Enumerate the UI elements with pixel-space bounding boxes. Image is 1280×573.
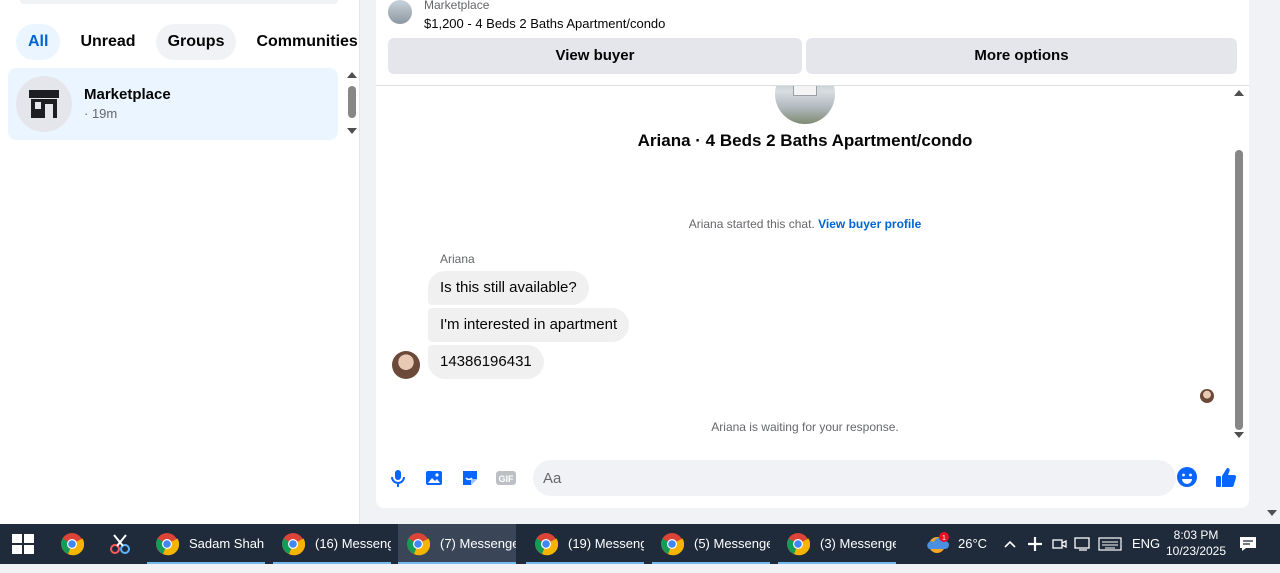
chat-started-text: Ariana started this chat. (688, 217, 815, 231)
task-label: Sadam Shah ... (189, 536, 265, 551)
sender-name: Ariana (440, 252, 475, 266)
emoji-icon[interactable] (1176, 466, 1198, 488)
chrome-icon (535, 533, 558, 556)
message-bubble[interactable]: Is this still available? (428, 271, 589, 305)
taskbar-task-sadam-shah[interactable]: Sadam Shah ... (147, 524, 265, 564)
task-label: (16) Messeng... (315, 536, 391, 551)
filter-all[interactable]: All (16, 24, 61, 60)
chat-started-notice: Ariana started this chat. View buyer pro… (376, 217, 1234, 231)
scroll-up-arrow-icon[interactable] (1234, 90, 1244, 96)
chrome-icon[interactable] (60, 532, 85, 556)
clock-date: 10/23/2025 (1165, 544, 1227, 558)
windows-taskbar: Sadam Shah ... (16) Messeng... (7) Messe… (0, 524, 1280, 564)
scroll-down-arrow-icon[interactable] (1234, 432, 1244, 438)
chat-list-scrollbar[interactable] (345, 70, 357, 134)
taskbar-task-messenger-16[interactable]: (16) Messeng... (273, 524, 391, 564)
chat-filters: All Unread Groups Communities (16, 24, 370, 60)
more-options-button[interactable]: More options (806, 38, 1237, 74)
chrome-icon (787, 533, 810, 556)
conversation-time: · 19m (84, 106, 118, 121)
thread-title: Ariana · 4 Beds 2 Baths Apartment/condo (637, 131, 973, 150)
image-icon[interactable] (422, 466, 446, 490)
chevron-up-icon[interactable] (1003, 524, 1017, 564)
messenger-app: All Unread Groups Communities Marketplac… (0, 0, 1280, 524)
microphone-icon[interactable] (386, 466, 410, 490)
plus-icon[interactable] (1027, 524, 1043, 564)
scroll-thumb[interactable] (348, 86, 356, 118)
waiting-notice: Ariana is waiting for your response. (711, 420, 899, 434)
message-bubble[interactable]: I'm interested in apartment (428, 308, 630, 342)
message-input-container (533, 460, 1176, 496)
windows-start-icon[interactable] (12, 534, 34, 554)
view-buyer-profile-link[interactable]: View buyer profile (818, 217, 921, 231)
listing-category: Marketplace (424, 0, 490, 12)
taskbar-task-messenger-19[interactable]: (19) Messeng... (526, 524, 644, 564)
listing-header: Marketplace $1,200 - 4 Beds 2 Baths Apar… (376, 0, 1249, 86)
chrome-icon (282, 533, 305, 556)
view-buyer-button[interactable]: View buyer (388, 38, 802, 74)
task-label: (5) Messenge... (694, 536, 770, 551)
thumbs-up-icon[interactable] (1214, 466, 1238, 490)
language-indicator[interactable]: ENG (1132, 524, 1160, 564)
message-input[interactable] (543, 460, 1143, 496)
thread-scrollbar[interactable] (1233, 86, 1245, 442)
chrome-icon (661, 533, 684, 556)
search-bar-edge (20, 0, 338, 4)
scroll-thumb[interactable] (1235, 150, 1243, 430)
task-label: (3) Messenge... (820, 536, 896, 551)
gif-icon[interactable]: GIF (494, 466, 518, 490)
message-composer: GIF (376, 452, 1249, 504)
snipping-tool-icon[interactable] (108, 532, 132, 556)
chrome-icon (156, 533, 179, 556)
svg-text:GIF: GIF (499, 474, 515, 484)
notification-icon[interactable] (1238, 524, 1258, 564)
chat-list-panel: All Unread Groups Communities Marketplac… (0, 0, 360, 524)
weather-badge: 1 (942, 535, 946, 542)
taskbar-task-messenger-5[interactable]: (5) Messenge... (652, 524, 770, 564)
seen-receipt-avatar (1200, 389, 1214, 403)
chrome-icon (407, 533, 430, 556)
listing-thumbnail[interactable] (388, 0, 412, 24)
filter-groups[interactable]: Groups (155, 24, 237, 60)
filter-unread[interactable]: Unread (68, 24, 147, 60)
clock-time: 8:03 PM (1173, 528, 1219, 542)
listing-title[interactable]: $1,200 - 4 Beds 2 Baths Apartment/condo (424, 16, 665, 31)
sticker-icon[interactable] (458, 466, 482, 490)
task-label: (19) Messeng... (568, 536, 644, 551)
keyboard-icon[interactable] (1098, 524, 1122, 564)
meet-now-icon[interactable] (1051, 524, 1067, 564)
weather-temp[interactable]: 26°C (958, 524, 987, 564)
network-icon[interactable] (1074, 524, 1092, 564)
message-bubble[interactable]: 14386196431 (428, 345, 544, 379)
conversation-name: Marketplace (84, 86, 171, 103)
task-label: (7) Messenge... (440, 536, 516, 551)
conversation-panel: Marketplace $1,200 - 4 Beds 2 Baths Apar… (376, 0, 1249, 508)
weather-icon[interactable]: 1 (925, 524, 951, 564)
filter-communities[interactable]: Communities (244, 24, 369, 60)
system-clock[interactable]: 8:03 PM 10/23/2025 (1163, 527, 1229, 559)
taskbar-task-messenger-7[interactable]: (7) Messenge... (398, 524, 516, 564)
listing-photo[interactable] (775, 86, 835, 124)
conversation-item-marketplace[interactable]: Marketplace · 19m (8, 68, 338, 140)
taskbar-task-messenger-3[interactable]: (3) Messenge... (778, 524, 896, 564)
page-scroll-down-arrow-icon[interactable] (1267, 510, 1277, 516)
scroll-down-arrow-icon[interactable] (347, 128, 357, 134)
storefront-icon (16, 76, 72, 132)
sender-avatar[interactable] (392, 351, 420, 379)
message-thread: Ariana · 4 Beds 2 Baths Apartment/condo … (376, 86, 1249, 442)
scroll-up-arrow-icon[interactable] (347, 72, 357, 78)
